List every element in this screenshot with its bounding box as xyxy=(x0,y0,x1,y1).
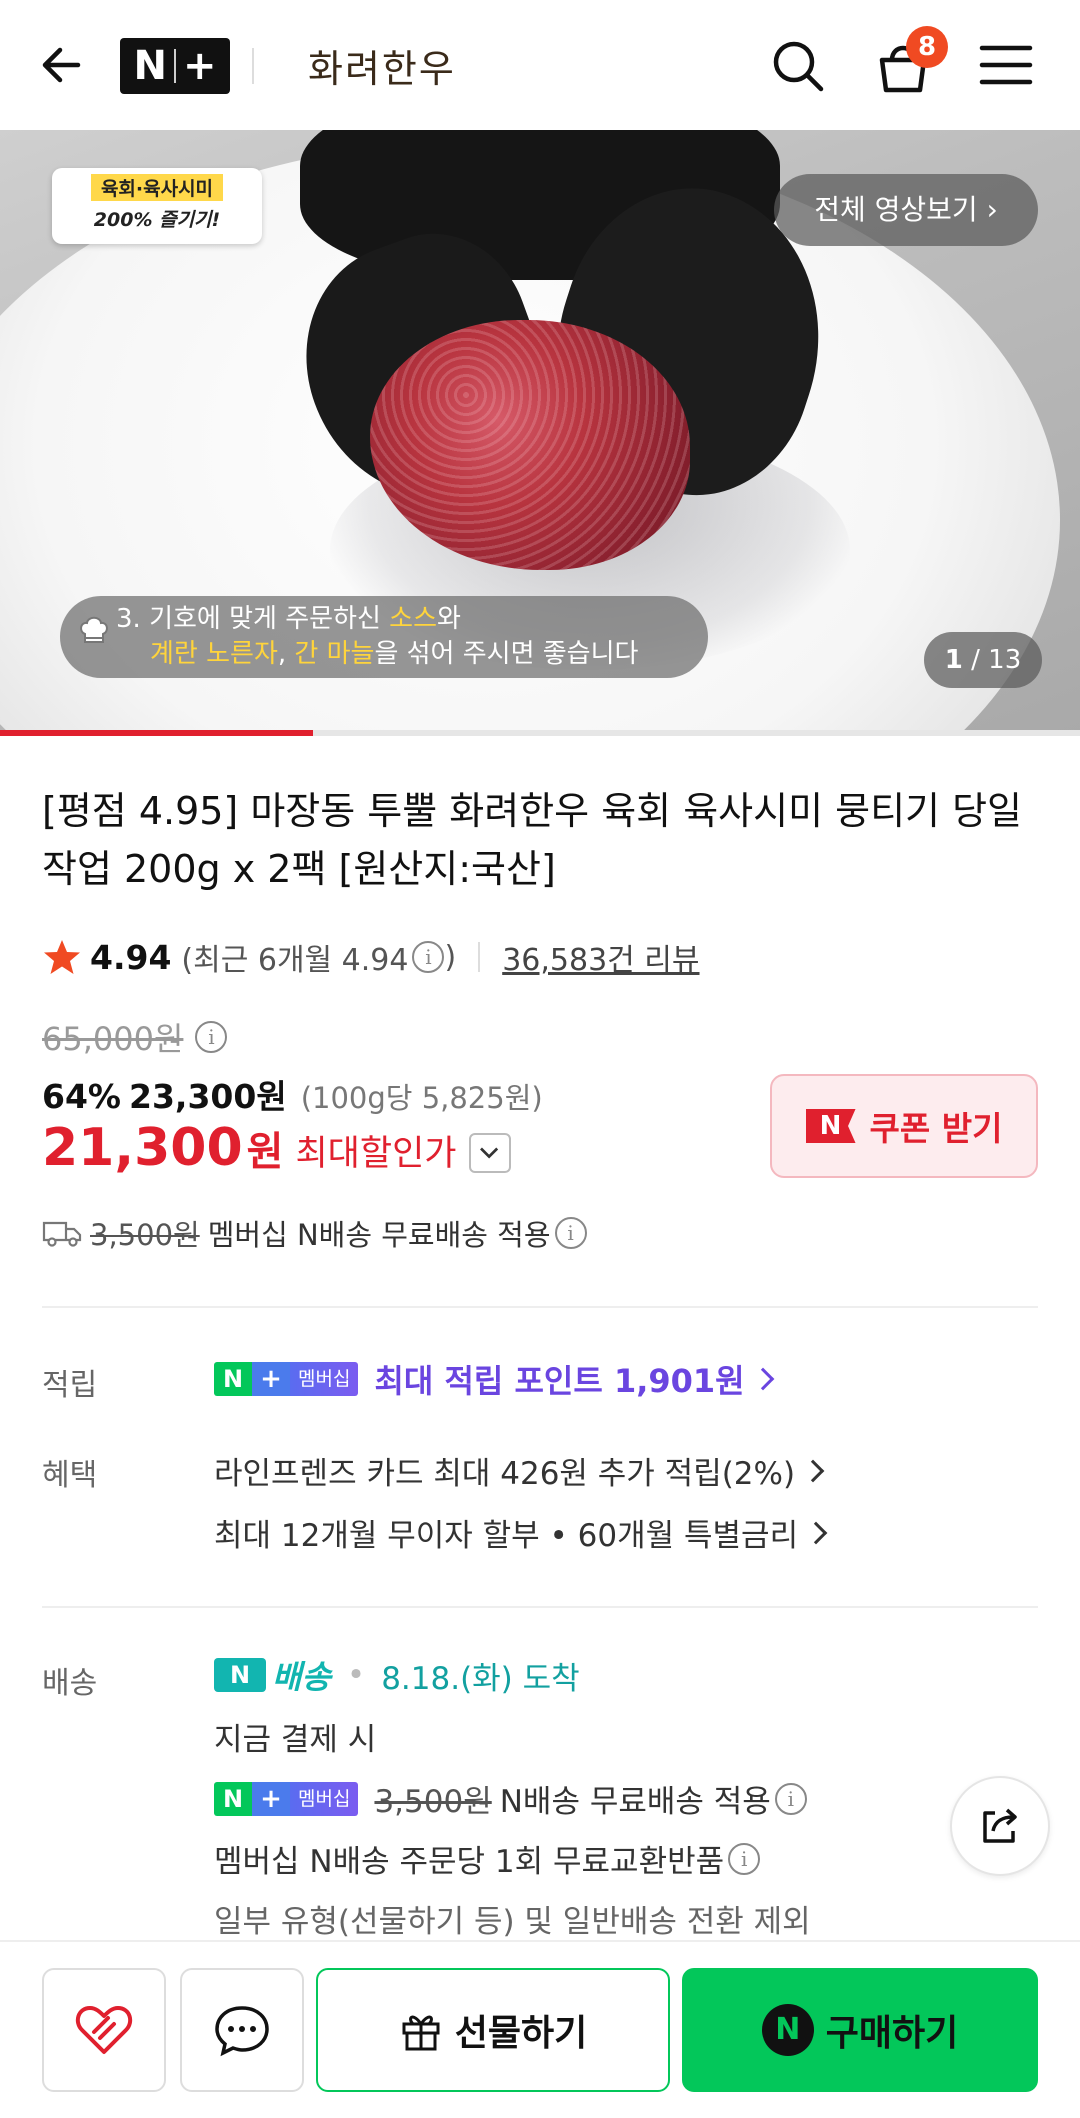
installment-benefit-row[interactable]: 최대 12개월 무이자 할부 • 60개월 특별금리 xyxy=(214,1510,828,1555)
chef-hat-icon xyxy=(80,616,108,643)
logo-n: N xyxy=(133,43,167,89)
delivery-date: 8.18.(화) 도착 xyxy=(381,1660,580,1697)
video-progress-bar[interactable] xyxy=(0,730,1080,736)
final-price: 21,300 xyxy=(42,1118,243,1178)
video-caption: 3. 기호에 맞게 주문하신 소스와 계란 노른자, 간 마늘을 섞어 주시면 … xyxy=(60,596,708,678)
discount-row: 64% 23,300원 (100g당 5,825원) xyxy=(42,1070,543,1118)
price-detail-toggle[interactable] xyxy=(468,1133,511,1173)
star-icon xyxy=(44,940,80,974)
full-video-button[interactable]: 전체 영상보기 › xyxy=(774,174,1038,246)
delivery-eta-row: N 배송 • 8.18.(화) 도착 xyxy=(214,1652,580,1698)
wishlist-button[interactable] xyxy=(42,1968,166,2092)
gift-button[interactable]: 선물하기 xyxy=(316,1968,670,2092)
delivery-fee-row: N + 멤버십 3,500원 N배송 무료배송 적용 i xyxy=(214,1776,807,1821)
heart-icon xyxy=(75,2006,133,2054)
coupon-n-icon: N xyxy=(805,1109,856,1143)
chevron-down-icon xyxy=(479,1147,498,1159)
info-icon[interactable]: i xyxy=(195,1021,228,1053)
final-price-row: 21,300 원 최대할인가 xyxy=(42,1118,511,1178)
talk-talk-button[interactable] xyxy=(180,1968,304,2092)
points-label: 적립 xyxy=(42,1368,98,1403)
points-row[interactable]: N + 멤버십 최대 적립 포인트 1,901원 xyxy=(214,1356,774,1402)
membership-badge: N + 멤버십 xyxy=(214,1781,359,1816)
delivery-label: 배송 xyxy=(42,1666,98,1701)
cart-count-badge: 8 xyxy=(906,26,948,68)
back-arrow-icon[interactable] xyxy=(38,40,88,90)
free-exchange-row: 멤버십 N배송 주문당 1회 무료교환반품 i xyxy=(214,1836,761,1881)
info-icon[interactable]: i xyxy=(412,941,445,973)
logo-plus: + xyxy=(182,43,217,89)
shipping-fee-row: 3,500원 멤버십 N배송 무료배송 적용 i xyxy=(42,1212,587,1254)
product-video-carousel[interactable]: 육회·육사시미 200% 즐기기! 전체 영상보기 › 3. 기호에 맞게 주문… xyxy=(0,130,1080,736)
search-icon[interactable] xyxy=(768,36,828,96)
share-button[interactable] xyxy=(950,1776,1050,1876)
buy-button[interactable]: N 구매하기 xyxy=(682,1968,1038,2092)
rating-score: 4.94 xyxy=(90,937,172,977)
naver-pay-n-icon: N xyxy=(761,2004,814,2056)
menu-icon[interactable] xyxy=(978,42,1034,88)
get-coupon-button[interactable]: N 쿠폰 받기 xyxy=(770,1074,1038,1178)
chevron-right-icon xyxy=(751,1367,774,1391)
store-name[interactable]: 화려한우 xyxy=(308,38,456,93)
review-count-link[interactable]: 36,583건 리뷰 xyxy=(502,935,699,979)
rating-row: 4.94 (최근 6개월 4.94 i ) 36,583건 리뷰 xyxy=(42,932,700,982)
membership-badge: N + 멤버십 xyxy=(214,1362,359,1396)
video-tag-badge: 육회·육사시미 200% 즐기기! xyxy=(52,168,262,244)
unit-price: (100g당 5,825원) xyxy=(300,1081,543,1115)
product-title: [평점 4.95] 마장동 투뿔 화려한우 육회 육사시미 뭉티기 당일작업 2… xyxy=(42,789,1023,891)
video-progress-fill xyxy=(0,730,314,736)
discount-price: 23,300원 xyxy=(129,1077,287,1116)
n-delivery-logo: N 배송 xyxy=(214,1652,331,1698)
chevron-right-icon xyxy=(801,1459,825,1482)
truck-icon xyxy=(42,1221,82,1247)
share-icon xyxy=(983,1808,1017,1843)
naver-plus-store-logo[interactable]: N + xyxy=(120,38,230,94)
recent-rating: (최근 6개월 4.94 xyxy=(181,943,409,978)
discount-percent: 64% xyxy=(42,1077,121,1116)
bottom-action-bar: 선물하기 N 구매하기 xyxy=(0,1940,1080,2118)
chevron-right-icon xyxy=(804,1521,828,1544)
benefit-label: 혜택 xyxy=(42,1458,98,1493)
original-price: 65,000원 i xyxy=(42,1014,228,1060)
delivery-exclusion: 일부 유형(선물하기 등) 및 일반배송 전환 제외 xyxy=(214,1904,811,1940)
card-benefit-row[interactable]: 라인프렌즈 카드 최대 426원 추가 적립(2%) xyxy=(214,1448,825,1493)
gift-icon xyxy=(402,2015,440,2051)
final-price-label: 최대할인가 xyxy=(295,1134,457,1174)
info-icon[interactable]: i xyxy=(554,1217,587,1249)
info-icon[interactable]: i xyxy=(728,1842,761,1875)
max-points-text: 최대 적립 포인트 1,901원 xyxy=(374,1362,745,1400)
chat-icon xyxy=(215,2006,269,2057)
info-icon[interactable]: i xyxy=(774,1782,807,1815)
top-app-bar: N + 화려한우 8 xyxy=(0,0,1080,130)
delivery-condition: 지금 결제 시 xyxy=(214,1722,377,1758)
slide-counter: 1 / 13 xyxy=(924,632,1042,688)
